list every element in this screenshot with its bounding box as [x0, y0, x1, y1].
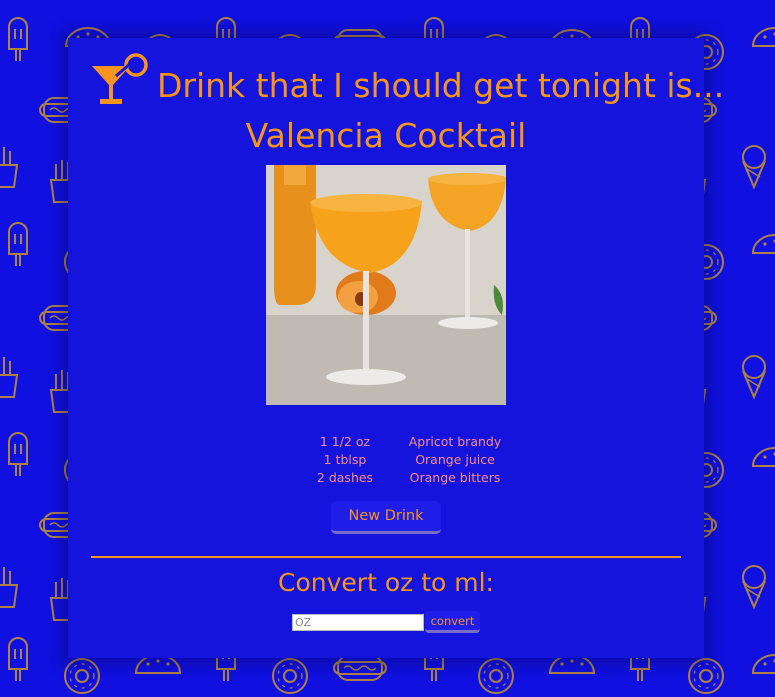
ingredient-name: Apricot brandy [408, 434, 502, 449]
ingredient-name: Orange juice [415, 452, 495, 467]
drink-name: Valencia Cocktail [245, 116, 527, 155]
ingredient-name: Orange bitters [409, 470, 501, 485]
page-title: Drink that I should get tonight is... [157, 66, 725, 105]
drink-image [266, 165, 506, 405]
list-item: 2 dashes Orange bitters [290, 469, 510, 487]
cocktail-glass-icon [92, 53, 148, 104]
section-divider [91, 556, 681, 558]
ingredient-measure: 2 dashes [316, 470, 374, 485]
new-drink-button[interactable]: New Drink [331, 501, 441, 534]
ingredient-measure: 1 1/2 oz [319, 434, 371, 449]
header: Drink that I should get tonight is... [90, 52, 724, 112]
convert-button[interactable]: convert [425, 611, 480, 633]
oz-input[interactable] [292, 614, 424, 631]
ingredient-list: 1 1/2 oz Apricot brandy 1 tblsp Orange j… [290, 433, 510, 487]
ingredient-measure: 1 tblsp [323, 452, 367, 467]
list-item: 1 tblsp Orange juice [290, 451, 510, 469]
list-item: 1 1/2 oz Apricot brandy [290, 433, 510, 451]
converter-heading: Convert oz to ml: [278, 568, 494, 597]
